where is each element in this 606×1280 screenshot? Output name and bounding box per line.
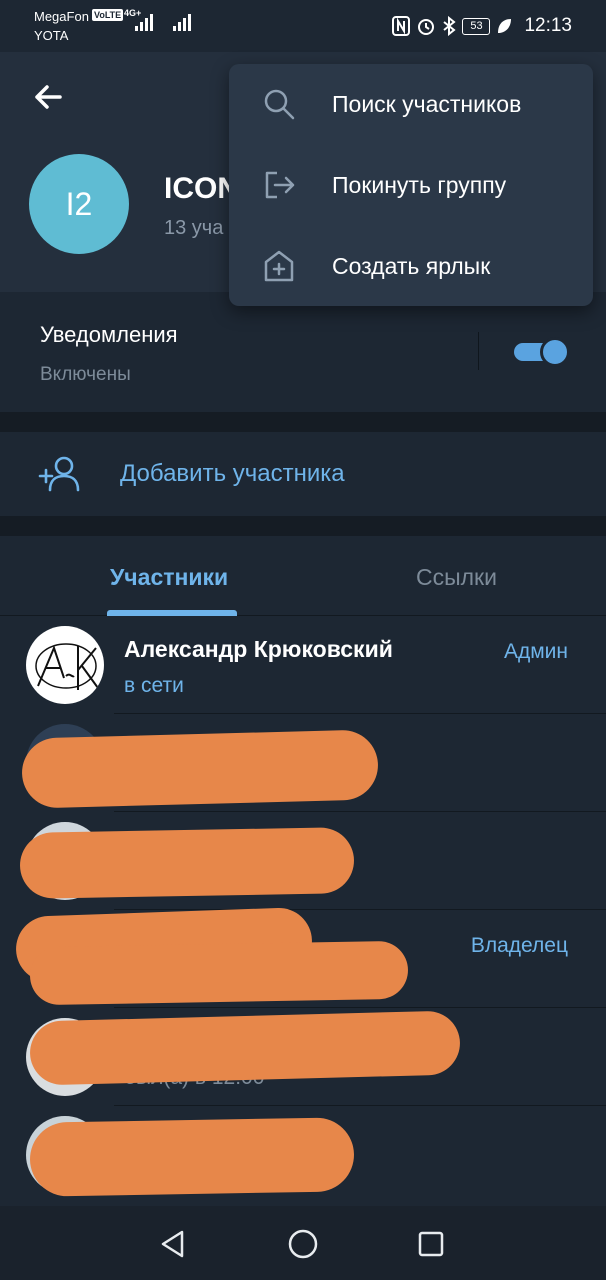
nfc-icon: [392, 16, 411, 36]
member-count: 13 уча: [164, 217, 224, 239]
tab-bar: Участники Ссылки: [0, 536, 606, 616]
avatar: [26, 626, 104, 704]
list-item[interactable]: Александр Крюковский в сети Админ: [0, 616, 606, 714]
nav-home-icon[interactable]: [283, 1224, 323, 1264]
tab-links[interactable]: Ссылки: [416, 564, 497, 591]
nav-recents-icon[interactable]: [411, 1224, 451, 1264]
member-list: Александр Крюковский в сети Админ Владел…: [0, 616, 606, 1206]
add-member-button[interactable]: Добавить участника: [0, 432, 606, 516]
signal-icon: [135, 14, 153, 31]
leaf-icon: [498, 19, 512, 33]
volte-badge: VoLTE: [92, 9, 124, 21]
group-avatar[interactable]: I2: [29, 154, 129, 254]
menu-item-create-shortcut[interactable]: Создать ярлык: [229, 226, 593, 307]
notifications-status: Включены: [40, 364, 131, 385]
notifications-toggle[interactable]: [514, 337, 570, 367]
member-status: в сети: [124, 674, 184, 697]
shortcut-icon: [264, 250, 294, 282]
group-title: ICON: [164, 172, 230, 205]
tab-members[interactable]: Участники: [110, 564, 228, 591]
overflow-menu: Поиск участников Покинуть группу Создать…: [229, 64, 593, 306]
divider: [478, 332, 479, 370]
menu-item-label: Создать ярлык: [332, 253, 491, 279]
member-role-badge: Владелец: [470, 934, 568, 957]
menu-item-leave-group[interactable]: Покинуть группу: [229, 145, 593, 226]
list-item[interactable]: [0, 1106, 606, 1204]
search-icon: [264, 89, 295, 120]
signal-icon-2: [173, 14, 191, 31]
member-name: Александр Крюковский: [124, 636, 393, 662]
battery-indicator: 53: [462, 17, 491, 35]
carrier-secondary: YOTA: [34, 28, 69, 43]
member-role-badge: Админ: [503, 640, 568, 663]
section-gap: [0, 412, 606, 432]
menu-item-label: Покинуть группу: [332, 172, 507, 198]
redaction-mark: [29, 1010, 461, 1086]
status-bar: MegaFon VoLTE 4G+ YOTA 53 12:13: [0, 0, 606, 52]
list-item[interactable]: [0, 714, 606, 812]
menu-item-label: Поиск участников: [332, 91, 522, 117]
redaction-mark: [21, 729, 379, 809]
leave-icon: [265, 171, 295, 199]
clock: 12:13: [524, 15, 572, 36]
bluetooth-icon: [443, 16, 457, 36]
list-item[interactable]: Владелец: [0, 906, 606, 1008]
notifications-row[interactable]: Уведомления Включены: [0, 292, 606, 412]
nav-back-icon[interactable]: [153, 1224, 193, 1264]
notifications-title: Уведомления: [40, 322, 178, 347]
add-user-icon: [38, 456, 80, 492]
add-member-label: Добавить участника: [120, 460, 345, 487]
list-item[interactable]: [0, 812, 606, 910]
list-item[interactable]: был(а) в 12:00: [0, 1008, 606, 1106]
redaction-mark: [19, 827, 355, 899]
redaction-mark: [29, 940, 409, 1006]
alarm-icon: [418, 19, 435, 35]
section-gap: [0, 516, 606, 536]
back-arrow-icon[interactable]: [28, 78, 68, 118]
menu-item-search-members[interactable]: Поиск участников: [229, 64, 593, 145]
redaction-mark: [29, 1117, 355, 1197]
carrier-name: MegaFon: [34, 9, 89, 24]
system-nav-bar: [0, 1206, 606, 1280]
